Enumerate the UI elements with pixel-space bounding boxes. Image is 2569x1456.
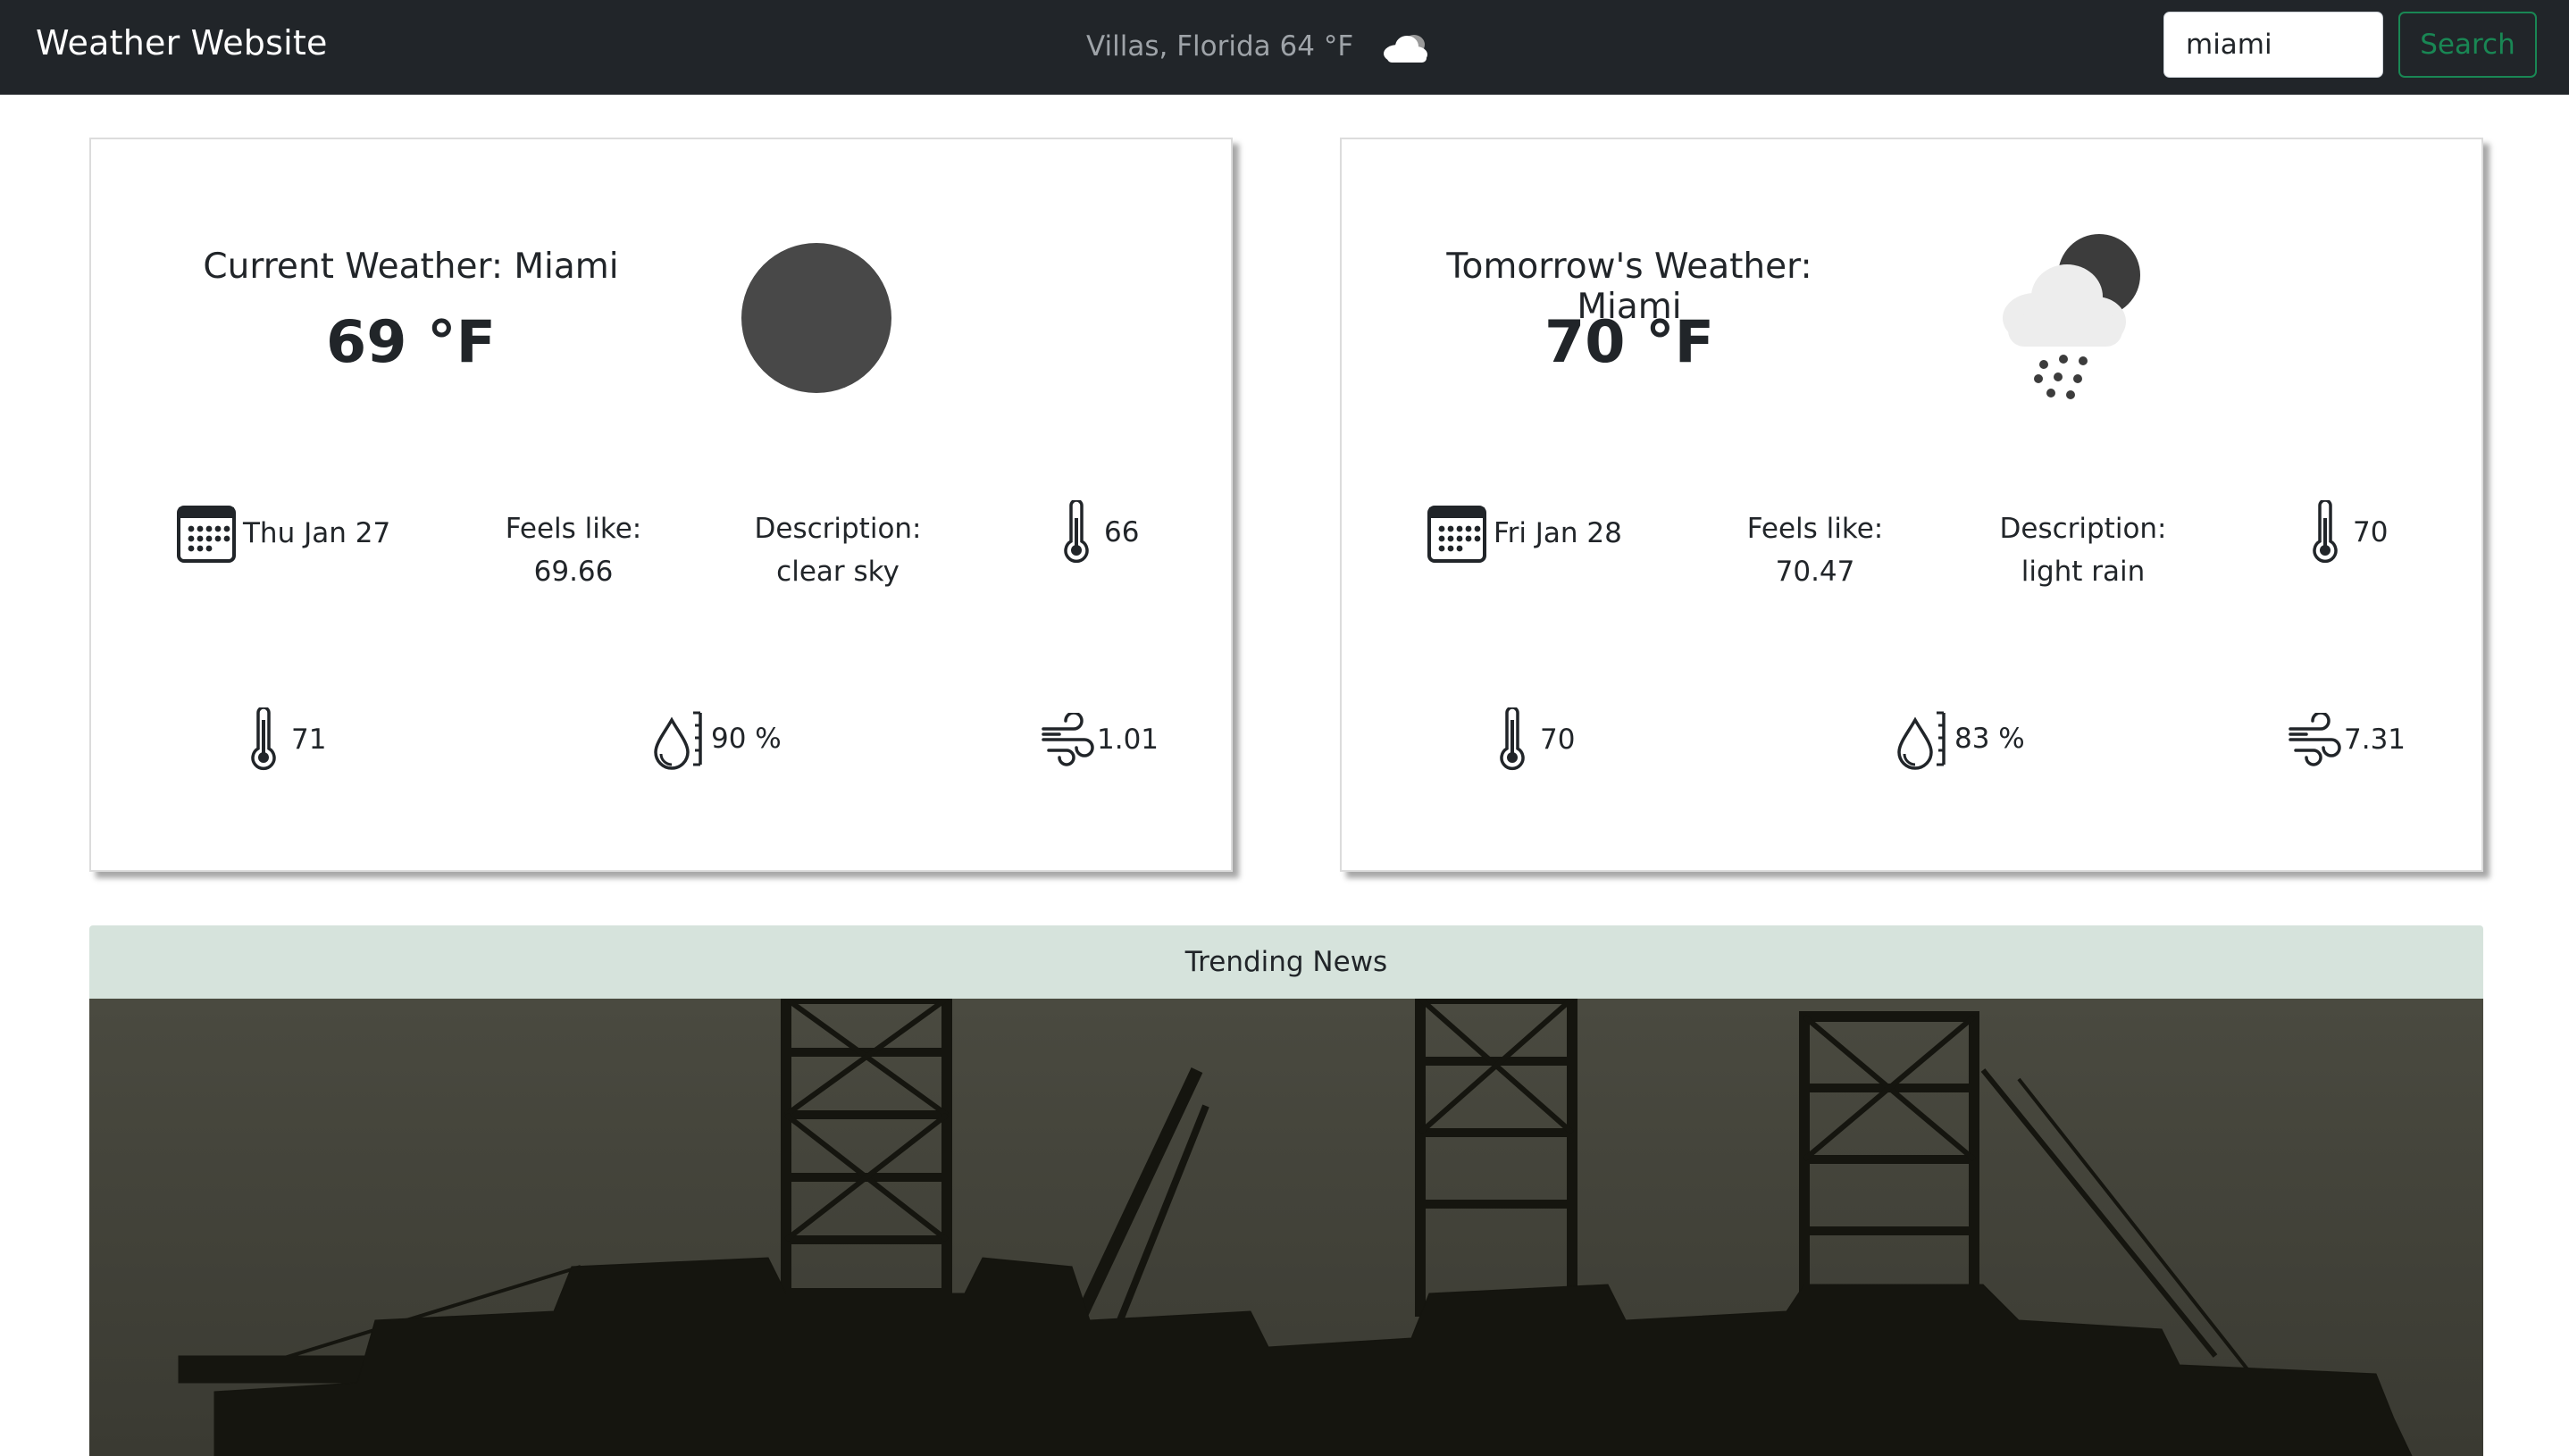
description-value: clear sky: [776, 556, 900, 588]
temp-max-value: 70: [1540, 724, 1576, 756]
nav-location-weather: Villas, Florida 64 °F: [1086, 27, 1432, 66]
temp-max-value: 71: [291, 724, 327, 756]
temp-max-stat: 71: [248, 707, 326, 772]
date-text: Thu Jan 27: [243, 517, 391, 549]
description-label: Description:: [754, 513, 922, 545]
search-button[interactable]: Search: [2398, 12, 2537, 78]
thermometer-icon: [251, 707, 276, 771]
wind-value: 7.31: [2344, 724, 2406, 756]
thermometer-icon: [1064, 500, 1089, 564]
humidity-icon: [1897, 711, 1946, 770]
calendar-icon: [177, 506, 236, 563]
current-temperature: 69 °F: [326, 309, 496, 376]
wind-icon: [2289, 713, 2341, 766]
description-stat: Description: light rain: [1967, 507, 2199, 593]
feels-like-label: Feels like:: [1746, 513, 1884, 545]
description-label: Description:: [1999, 513, 2167, 545]
trending-news-header: Trending News: [89, 925, 2483, 999]
date-stat: Thu Jan 27: [177, 504, 390, 563]
temp-min-stat: 70: [2310, 500, 2388, 565]
tomorrow-temperature: 70 °F: [1544, 309, 1714, 376]
wind-stat: 1.01: [1040, 713, 1159, 766]
calendar-icon: [1427, 506, 1486, 563]
feels-like-label: Feels like:: [505, 513, 642, 545]
temp-min-value: 66: [1104, 516, 1140, 548]
humidity-value: 90 %: [711, 723, 782, 755]
humidity-icon: [654, 711, 702, 770]
card-title: Current Weather: Miami: [203, 247, 619, 287]
trending-news-title: Trending News: [1184, 946, 1388, 978]
thermometer-icon: [2313, 500, 2338, 564]
wind-value: 1.01: [1097, 724, 1159, 756]
description-value: light rain: [2021, 556, 2146, 588]
date-text: Fri Jan 28: [1494, 517, 1622, 549]
humidity-value: 83 %: [1954, 723, 2025, 755]
feels-like-value: 70.47: [1775, 556, 1855, 588]
clear-sky-circle-icon: [741, 243, 891, 393]
search-input[interactable]: [2163, 12, 2383, 78]
wind-stat: 7.31: [2287, 713, 2406, 766]
description-stat: Description: clear sky: [722, 507, 954, 593]
feels-like-stat: Feels like: 70.47: [1699, 507, 1931, 593]
temp-min-stat: 66: [1061, 500, 1139, 565]
nav-location-text: Villas, Florida 64 °F: [1086, 30, 1354, 63]
date-stat: Fri Jan 28: [1427, 504, 1622, 563]
brand-title[interactable]: Weather Website: [36, 23, 328, 63]
feels-like-value: 69.66: [533, 556, 614, 588]
feels-like-stat: Feels like: 69.66: [457, 507, 690, 593]
humidity-stat: 90 %: [652, 707, 782, 770]
thermometer-icon: [1500, 707, 1525, 771]
news-image[interactable]: [89, 999, 2483, 1456]
temp-max-stat: 70: [1497, 707, 1575, 772]
cloud-icon: [1384, 35, 1428, 63]
wind-icon: [1042, 713, 1094, 766]
temp-min-value: 70: [2353, 516, 2389, 548]
rain-cloud-night-icon: [2003, 234, 2140, 399]
navbar: Weather Website Villas, Florida 64 °F Se…: [0, 0, 2569, 95]
humidity-stat: 83 %: [1895, 707, 2025, 770]
current-weather-card: Current Weather: Miami 69 °F Thu Jan 27 …: [89, 138, 1233, 872]
tomorrow-weather-card: Tomorrow's Weather: Miami 70 °F Fri Jan …: [1340, 138, 2483, 872]
